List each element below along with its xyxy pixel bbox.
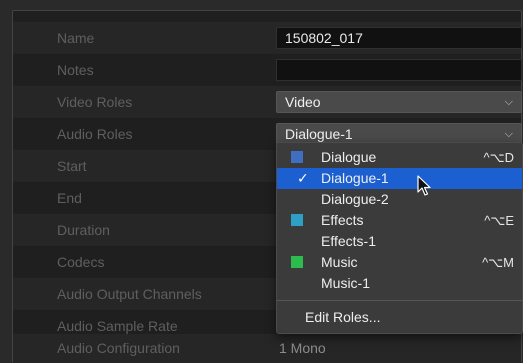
- label-video-roles: Video Roles: [57, 94, 133, 110]
- checkmark-icon: ✓: [297, 170, 309, 186]
- row-name: Name 150802_017: [13, 22, 522, 54]
- audio-roles-value: Dialogue-1: [285, 126, 353, 142]
- label-end: End: [57, 190, 82, 206]
- menu-separator: [277, 300, 522, 301]
- name-field[interactable]: 150802_017: [276, 27, 522, 49]
- dialogue-color-swatch: [291, 151, 303, 163]
- menu-item-dialogue-2[interactable]: Dialogue-2: [277, 189, 522, 210]
- menu-item-music[interactable]: Music ^⌥M: [277, 252, 522, 273]
- menu-item-effects-1[interactable]: Effects-1: [277, 231, 522, 252]
- effects-color-swatch: [291, 214, 303, 226]
- menu-item-label: Effects-1: [321, 233, 376, 249]
- video-roles-value: Video: [285, 94, 321, 110]
- menu-item-label: Dialogue-1: [321, 170, 389, 186]
- label-name: Name: [57, 30, 95, 46]
- label-notes: Notes: [57, 62, 94, 78]
- menu-item-label: Effects: [321, 212, 364, 228]
- menu-item-label: Music-1: [321, 275, 371, 291]
- menu-item-label: Dialogue: [321, 149, 377, 165]
- label-start: Start: [57, 158, 87, 174]
- label-duration: Duration: [57, 222, 110, 238]
- row-notes: Notes: [13, 54, 522, 86]
- chevron-down-icon: ⌵: [504, 128, 513, 140]
- shortcut-label: ^⌥E: [484, 213, 514, 228]
- label-audio-output-channels: Audio Output Channels: [57, 286, 202, 302]
- music-color-swatch: [291, 256, 303, 268]
- video-roles-select[interactable]: Video ⌵: [276, 91, 522, 113]
- menu-item-dialogue[interactable]: Dialogue ^⌥D: [277, 147, 522, 168]
- menu-item-effects[interactable]: Effects ^⌥E: [277, 210, 522, 231]
- label-audio-configuration: Audio Configuration: [57, 340, 180, 356]
- menu-item-edit-roles[interactable]: Edit Roles...: [277, 307, 522, 328]
- audio-roles-menu: Dialogue ^⌥D ✓ Dialogue-1 Dialogue-2 Eff…: [276, 142, 523, 334]
- audio-configuration-value: 1 Mono: [279, 340, 326, 356]
- notes-field[interactable]: [276, 59, 522, 81]
- menu-item-label: Edit Roles...: [305, 309, 381, 325]
- label-audio-roles: Audio Roles: [57, 126, 133, 142]
- row-video-roles: Video Roles Video ⌵: [13, 86, 522, 118]
- mouse-pointer-icon: [417, 175, 431, 196]
- menu-item-dialogue-1[interactable]: ✓ Dialogue-1: [277, 168, 522, 189]
- menu-item-music-1[interactable]: Music-1: [277, 273, 522, 294]
- label-codecs: Codecs: [57, 254, 105, 270]
- menu-item-label: Dialogue-2: [321, 191, 389, 207]
- shortcut-label: ^⌥M: [482, 255, 514, 270]
- row-audio-configuration: Audio Configuration 1 Mono: [13, 334, 521, 363]
- menu-item-label: Music: [321, 254, 358, 270]
- shortcut-label: ^⌥D: [483, 150, 514, 165]
- chevron-down-icon: ⌵: [504, 96, 513, 108]
